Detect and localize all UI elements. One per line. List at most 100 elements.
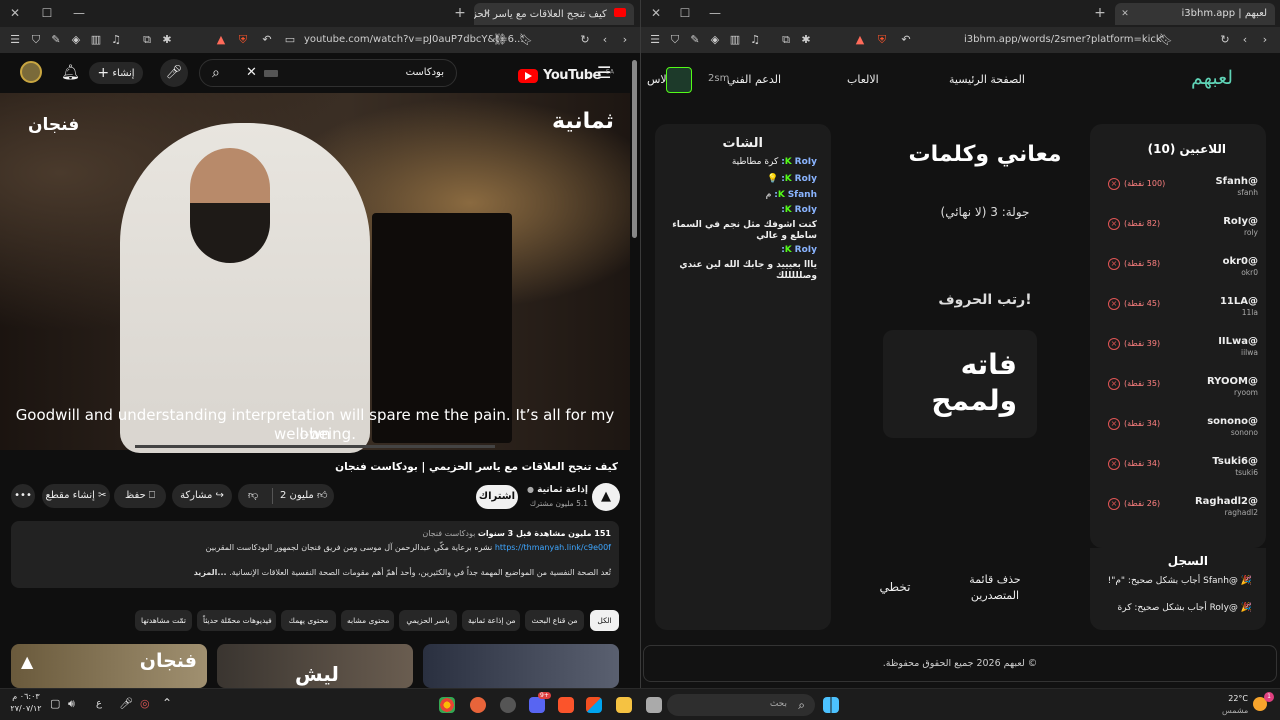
vpn-icon[interactable]: ▲ (214, 33, 228, 47)
firefox-icon[interactable] (470, 697, 486, 713)
music-icon[interactable]: ♫ (748, 33, 762, 47)
minimize-window-icon[interactable]: — (708, 6, 722, 20)
remove-player-icon[interactable]: × (1108, 418, 1120, 430)
delete-leaderboard-button[interactable]: حذف قائمة المتصدرين (959, 572, 1031, 604)
search-input[interactable]: بودكاست (406, 67, 444, 78)
back-icon[interactable]: ‹ (1238, 33, 1252, 47)
forward-icon[interactable]: › (618, 33, 632, 47)
close-tab-icon[interactable]: ✕ (480, 7, 494, 21)
weather-widget[interactable]: 22°C مشمس (1222, 693, 1248, 717)
microphone-icon[interactable]: 🎤︎ (119, 697, 133, 710)
notifications-bell-icon[interactable]: 🔔︎ (61, 63, 80, 81)
like-button[interactable]: 2 مليون 👍︎ (280, 484, 327, 508)
remove-player-icon[interactable]: × (1108, 218, 1120, 230)
chip-watched[interactable]: تمّت مشاهدتها (135, 610, 192, 631)
share-icon[interactable]: ↶ (899, 33, 913, 47)
reload-icon[interactable]: ↻ (1218, 33, 1232, 47)
vpn-icon[interactable]: ▲ (853, 33, 867, 47)
voice-search-button[interactable]: 🎤︎ (160, 59, 188, 87)
brave-icon[interactable] (558, 697, 574, 713)
channel-name[interactable]: إذاعة ثمانية ● (527, 485, 588, 495)
sidebar-icon[interactable]: ▥ (728, 33, 742, 47)
nav-home[interactable]: الصفحة الرئيسية (949, 73, 1025, 86)
task-view-icon[interactable] (646, 697, 662, 713)
create-button[interactable]: + إنشاء (89, 62, 143, 84)
puzzle-icon[interactable]: ✱ (160, 33, 174, 47)
bookmark-icon[interactable]: 🔖︎ (1159, 33, 1173, 47)
close-window-icon[interactable]: ✕ (8, 6, 22, 20)
subscribe-button[interactable]: اشتراك (476, 485, 518, 509)
minimize-window-icon[interactable]: — (72, 6, 86, 20)
video-description[interactable]: 151 مليون مشاهدة قبل 3 سنوات بودكاست فنج… (11, 521, 619, 588)
nav-support[interactable]: الدعم الفني (727, 73, 781, 86)
chrome-icon[interactable] (439, 697, 455, 713)
reload-icon[interactable]: ↻ (578, 33, 592, 47)
description-tag[interactable]: بودكاست فنجان (422, 529, 475, 538)
menu-icon[interactable]: ☰ (8, 33, 22, 47)
screenshot-icon[interactable]: ⧉ (779, 33, 793, 47)
account-avatar[interactable] (20, 61, 42, 83)
chip-recent[interactable]: فيديوهات محمّلة حديثاً (197, 610, 276, 631)
file-explorer-icon[interactable] (616, 697, 632, 713)
description-link[interactable]: https://thmanyah.link/c9e00f (495, 543, 611, 552)
dislike-button[interactable]: 👎︎ (248, 484, 258, 508)
close-window-icon[interactable]: ✕ (649, 6, 663, 20)
url-field[interactable]: i3bhm.app/words/2smer?platform=kick (964, 34, 1162, 45)
related-video-thumbnail[interactable] (423, 644, 619, 688)
link-icon[interactable]: ⛓ (493, 33, 507, 47)
sidebar-icon[interactable]: ▥ (89, 33, 103, 47)
remove-player-icon[interactable]: × (1108, 338, 1120, 350)
chip-similar[interactable]: محتوى مشابه (341, 610, 394, 631)
menu-icon[interactable]: ☰ (648, 33, 662, 47)
brave-shield-icon[interactable]: ⛨ (236, 33, 250, 47)
tab-i3bhm[interactable]: لعبهم | i3bhm.app (1115, 3, 1275, 25)
progress-bar[interactable] (135, 445, 495, 448)
remove-player-icon[interactable]: × (1108, 178, 1120, 190)
remove-player-icon[interactable]: × (1108, 458, 1120, 470)
site-logo[interactable]: لعبهم (1191, 67, 1233, 89)
clear-search-icon[interactable]: ✕ (246, 65, 257, 80)
related-video-thumbnail[interactable]: ليش (217, 644, 413, 688)
search-box[interactable]: ⌕ ✕ بودكاست (199, 59, 457, 87)
user-avatar[interactable] (666, 67, 692, 93)
scrollbar-thumb[interactable] (632, 60, 637, 238)
clock[interactable]: ٠٦:٠٣ م ٢٧/٠٧/١٢ (8, 691, 44, 715)
bookmark-icon[interactable]: 🔖︎ (519, 33, 533, 47)
chip-thmanyah[interactable]: من إذاعة ثمانية (462, 610, 520, 631)
chip-all[interactable]: الكل (590, 610, 619, 631)
puzzle-icon[interactable]: ✱ (799, 33, 813, 47)
app-icon[interactable] (500, 697, 516, 713)
skip-button[interactable]: تخطي (873, 580, 917, 594)
site-info-icon[interactable]: ▭ (283, 33, 297, 47)
wallet-icon[interactable]: ◈ (69, 33, 83, 47)
shield-icon[interactable]: ⛉ (29, 33, 43, 47)
chip-for-you[interactable]: محتوى يهمك (281, 610, 336, 631)
discord-icon[interactable] (529, 697, 545, 713)
app-tray-icon[interactable]: ◎ (140, 697, 150, 710)
extensions-icon[interactable]: ✎ (688, 33, 702, 47)
related-video-thumbnail[interactable]: ▲ فنجان (11, 644, 207, 688)
remove-player-icon[interactable]: × (1108, 378, 1120, 390)
language-indicator[interactable]: ع (96, 698, 102, 709)
clip-button[interactable]: إنشاء مقطع ✂ (42, 484, 110, 508)
show-hidden-icons-icon[interactable]: ⌃ (162, 696, 172, 710)
notification-center-icon[interactable]: ▢ (50, 697, 60, 710)
screenshot-icon[interactable]: ⧉ (140, 33, 154, 47)
music-icon[interactable]: ♫ (109, 33, 123, 47)
shield-icon[interactable]: ⛉ (668, 33, 682, 47)
chip-yasser[interactable]: ياسر الحزيمي (399, 610, 457, 631)
new-tab-icon[interactable]: + (453, 6, 467, 20)
chip-search[interactable]: من قناع البحث (525, 610, 584, 631)
close-tab-icon[interactable]: ✕ (1118, 7, 1132, 21)
new-tab-icon[interactable]: + (1093, 6, 1107, 20)
start-windows-icon[interactable] (823, 697, 839, 713)
show-more-link[interactable]: ...المزيد (194, 568, 227, 577)
url-field[interactable]: youtube.com/watch?v=pJ0auP7dbcY&t=6... (304, 34, 524, 45)
share-button[interactable]: مشاركة ↪ (172, 484, 232, 508)
channel-avatar[interactable]: ▲ (592, 483, 620, 511)
wallet-icon[interactable]: ◈ (708, 33, 722, 47)
hamburger-menu-icon[interactable]: ☰ (597, 63, 611, 82)
keyboard-icon[interactable] (264, 70, 278, 77)
tab-youtube[interactable]: كيف تنجح العلاقات مع ياسر الحز (474, 3, 634, 25)
maximize-window-icon[interactable]: ☐ (678, 6, 692, 20)
